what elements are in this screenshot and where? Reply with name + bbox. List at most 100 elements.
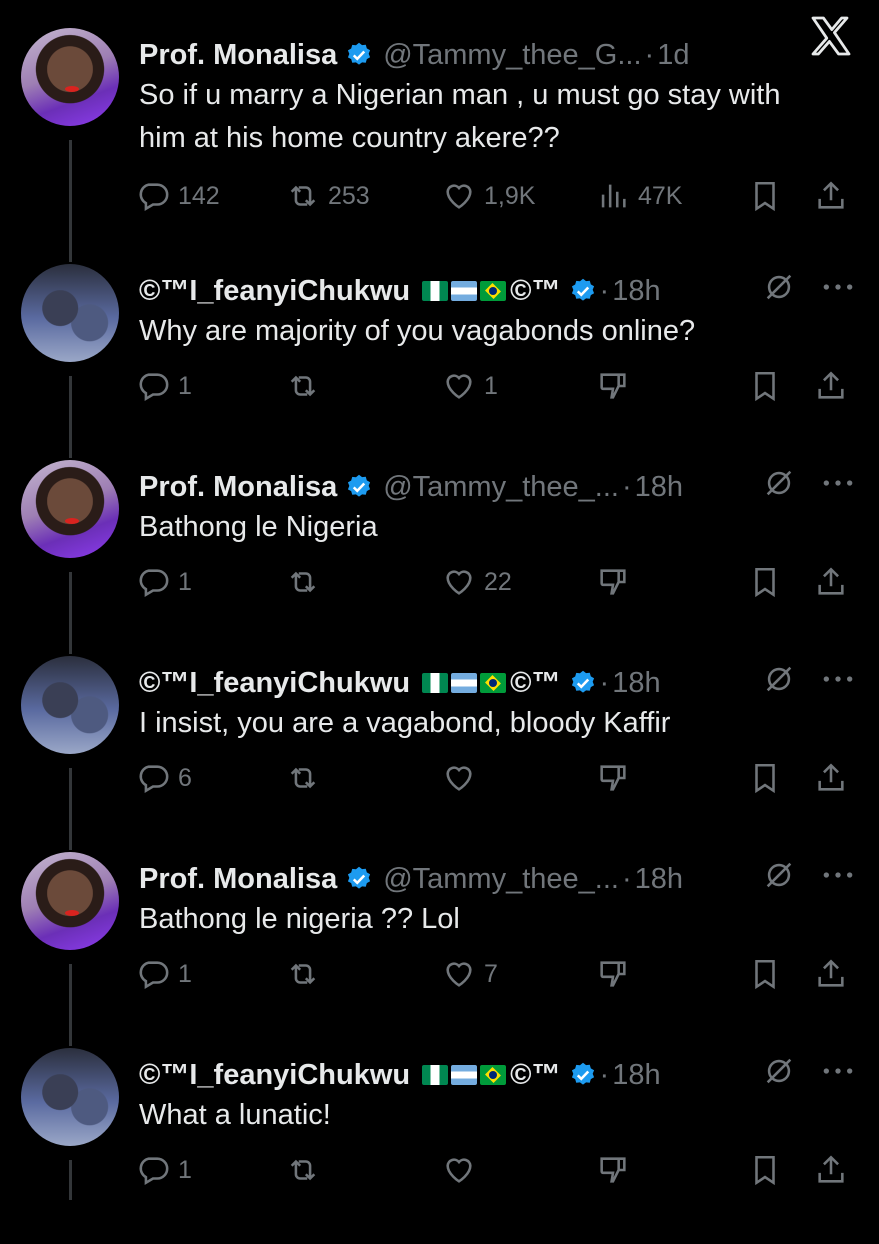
muted-icon[interactable] <box>762 270 796 304</box>
tweet[interactable]: Prof. Monalisa @Tammy_thee_... · 18h Bat… <box>0 852 879 1048</box>
timestamp[interactable]: 18h <box>612 667 660 700</box>
avatar[interactable] <box>21 264 119 362</box>
downvote-button[interactable] <box>596 758 630 798</box>
bookmark-icon <box>755 763 775 794</box>
bookmark-icon <box>755 181 775 212</box>
share-icon <box>818 181 844 209</box>
retweet-button[interactable] <box>286 954 320 994</box>
share-button[interactable] <box>814 954 848 994</box>
share-button[interactable] <box>814 562 848 602</box>
reply-button[interactable]: 1 <box>136 366 192 406</box>
author-name[interactable]: Prof. Monalisa <box>139 863 337 896</box>
timestamp[interactable]: 1d <box>657 39 689 72</box>
timestamp[interactable]: 18h <box>612 275 660 308</box>
muted-icon[interactable] <box>762 858 796 892</box>
muted-icon[interactable] <box>762 466 796 500</box>
bookmark-icon <box>755 1155 775 1186</box>
tweet-header: Prof. Monalisa @Tammy_thee_... · 18h <box>139 854 683 904</box>
share-icon <box>818 371 844 399</box>
reply-count: 6 <box>178 763 192 792</box>
share-icon <box>818 763 844 791</box>
heart-icon <box>446 962 472 987</box>
retweet-icon <box>290 767 316 789</box>
flags <box>422 281 507 301</box>
tweet[interactable]: Prof. Monalisa @Tammy_thee_... · 18h Bat… <box>0 460 879 656</box>
timestamp[interactable]: 18h <box>635 471 683 504</box>
bookmark-button[interactable] <box>748 758 782 798</box>
reply-icon <box>139 961 169 990</box>
author-name[interactable]: Prof. Monalisa <box>139 471 337 504</box>
tweet-text: Bathong le nigeria ?? Lol <box>139 903 460 935</box>
avatar[interactable] <box>21 1048 119 1146</box>
more-icon[interactable] <box>818 664 858 694</box>
bookmark-button[interactable] <box>748 562 782 602</box>
avatar[interactable] <box>21 28 119 126</box>
tweet-header: ©™I_feanyiChukwu ©™ · 18h <box>139 266 661 316</box>
verified-badge-icon <box>571 1062 594 1085</box>
reply-button[interactable]: 1 <box>136 562 192 602</box>
timestamp[interactable]: 18h <box>612 1059 660 1092</box>
retweet-button[interactable] <box>286 366 320 406</box>
bookmark-button[interactable] <box>748 1150 782 1190</box>
reply-button[interactable]: 142 <box>136 176 220 216</box>
argentina-flag-icon <box>451 281 478 301</box>
avatar[interactable] <box>21 852 119 950</box>
muted-icon[interactable] <box>762 1054 796 1088</box>
views-button[interactable]: 47K <box>596 176 682 216</box>
author-name[interactable]: Prof. Monalisa <box>139 39 337 72</box>
share-button[interactable] <box>814 1150 848 1190</box>
muted-icon[interactable] <box>762 662 796 696</box>
reply-button[interactable]: 1 <box>136 1150 192 1190</box>
author-name[interactable]: ©™I_feanyiChukwu <box>139 1059 410 1092</box>
author-handle[interactable]: @Tammy_thee_... <box>383 471 619 504</box>
share-button[interactable] <box>814 176 848 216</box>
action-bar: 1 22 <box>136 562 856 602</box>
tweet-header: ©™I_feanyiChukwu ©™ · 18h <box>139 1050 661 1100</box>
more-icon[interactable] <box>818 1056 858 1086</box>
retweet-button[interactable] <box>286 758 320 798</box>
tweet[interactable]: Prof. Monalisa @Tammy_thee_G... · 1d So … <box>0 28 879 224</box>
retweet-button[interactable] <box>286 1150 320 1190</box>
reply-button[interactable]: 6 <box>136 758 192 798</box>
views-count: 47K <box>638 181 683 210</box>
tweet[interactable]: ©™I_feanyiChukwu ©™ · 18h I insist, you … <box>0 656 879 852</box>
bookmark-button[interactable] <box>748 954 782 994</box>
tweet[interactable]: ©™I_feanyiChukwu ©™ · 18h Why are majori… <box>0 264 879 460</box>
reply-count: 142 <box>178 181 220 210</box>
flags <box>422 673 507 693</box>
like-button[interactable]: 1,9K <box>442 176 535 216</box>
brazil-flag-icon <box>480 673 507 693</box>
more-icon[interactable] <box>818 468 858 498</box>
like-button[interactable]: 22 <box>442 562 512 602</box>
more-icon[interactable] <box>818 860 858 890</box>
like-button[interactable]: 1 <box>442 366 498 406</box>
author-name[interactable]: ©™I_feanyiChukwu <box>139 275 410 308</box>
bookmark-button[interactable] <box>748 176 782 216</box>
retweet-button[interactable] <box>286 562 320 602</box>
reply-button[interactable]: 1 <box>136 954 192 994</box>
avatar[interactable] <box>21 656 119 754</box>
author-handle[interactable]: @Tammy_thee_... <box>383 863 619 896</box>
author-name[interactable]: ©™I_feanyiChukwu <box>139 667 410 700</box>
more-icon[interactable] <box>818 272 858 302</box>
bookmark-button[interactable] <box>748 366 782 406</box>
avatar[interactable] <box>21 460 119 558</box>
thumbs-down-icon <box>600 1157 626 1183</box>
reply-count: 1 <box>178 371 192 400</box>
share-button[interactable] <box>814 758 848 798</box>
views-icon <box>601 184 626 208</box>
timestamp[interactable]: 18h <box>635 863 683 896</box>
like-button[interactable] <box>442 758 476 798</box>
downvote-button[interactable] <box>596 1150 630 1190</box>
downvote-button[interactable] <box>596 366 630 406</box>
retweet-button[interactable]: 253 <box>286 176 370 216</box>
like-button[interactable] <box>442 1150 476 1190</box>
share-button[interactable] <box>814 366 848 406</box>
tweet[interactable]: ©™I_feanyiChukwu ©™ · 18h What a lunatic… <box>0 1048 879 1244</box>
author-handle[interactable]: @Tammy_thee_G... <box>383 39 641 72</box>
nigeria-flag-icon <box>422 1065 449 1085</box>
downvote-button[interactable] <box>596 562 630 602</box>
downvote-button[interactable] <box>596 954 630 994</box>
reply-count: 1 <box>178 959 192 988</box>
like-button[interactable]: 7 <box>442 954 498 994</box>
